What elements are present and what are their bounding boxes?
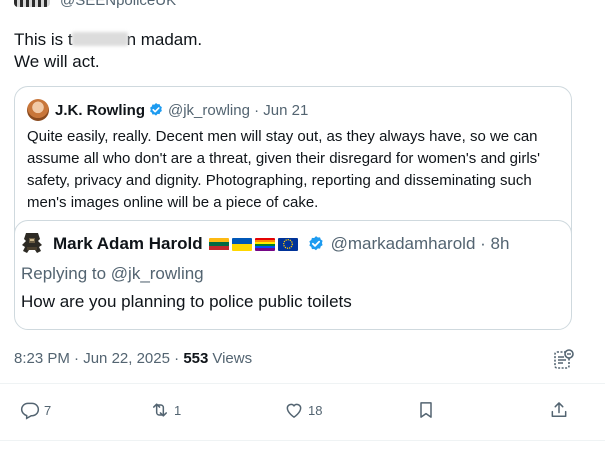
inner-meta: @markadamharold · 8h: [331, 234, 510, 254]
like-button[interactable]: 18: [284, 400, 322, 420]
verified-badge-icon: [150, 103, 162, 116]
post-date[interactable]: Jun 22, 2025: [83, 350, 170, 367]
rainbow-flag-icon: [254, 237, 275, 251]
repost-count: 1: [174, 402, 182, 418]
tweet-line2: We will act.: [14, 52, 100, 71]
tweet-line1-end: n madam.: [126, 30, 203, 49]
tweet-text: This is t n madam. We will act.: [14, 29, 202, 73]
post-time[interactable]: 8:23 PM: [14, 350, 70, 367]
action-bar: 7 1 18: [0, 396, 605, 424]
dot-separator: ·: [480, 234, 486, 253]
quote-body: Quite easily, really. Decent men will st…: [27, 128, 541, 211]
tweet-line1-start: This is t: [14, 30, 73, 49]
quote-author-handle[interactable]: @jk_rowling: [168, 102, 250, 119]
bookmark-button[interactable]: [416, 400, 440, 420]
flag-emojis: [208, 237, 301, 251]
inner-author-handle[interactable]: @markadamharold: [331, 234, 476, 253]
avatar[interactable]: [21, 231, 43, 257]
quote-author-name[interactable]: J.K. Rowling: [55, 102, 145, 119]
dot-separator: ·: [254, 101, 260, 119]
quoted-tweet[interactable]: J.K. Rowling @jk_rowling · Jun 21 Quite …: [14, 86, 572, 330]
lithuania-flag-icon: [208, 237, 229, 251]
redacted-text: [71, 32, 128, 46]
inner-time[interactable]: 8h: [491, 234, 510, 253]
bookmark-icon: [420, 402, 432, 418]
like-count: 18: [308, 402, 323, 418]
tweet-meta: 8:23 PM · Jun 22, 2025 · 553 Views: [14, 350, 252, 367]
views-count: 553: [183, 350, 209, 367]
quote-meta: @jk_rowling · Jun 21: [168, 102, 308, 119]
views-label: Views: [212, 350, 253, 367]
tweet-header: @SEENpoliceUK: [14, 0, 176, 9]
inner-tweet-text: How are you planning to police public to…: [21, 292, 352, 311]
heart-icon: [286, 403, 302, 418]
share-button[interactable]: [549, 400, 573, 420]
quote-date[interactable]: Jun 21: [263, 102, 308, 119]
repost-button[interactable]: 1: [150, 400, 181, 420]
dot-separator: ·: [74, 350, 80, 367]
replying-to: Replying to @jk_rowling: [21, 264, 204, 284]
reply-count: 7: [44, 402, 52, 418]
dot-separator: ·: [174, 350, 180, 367]
ukraine-flag-icon: [231, 237, 252, 251]
share-icon: [551, 402, 567, 417]
quote-header: J.K. Rowling @jk_rowling · Jun 21: [27, 98, 308, 122]
replying-to-handle[interactable]: @jk_rowling: [111, 264, 204, 283]
police-checker-icon[interactable]: [14, 0, 50, 7]
replying-to-label: Replying to: [21, 264, 111, 283]
divider: [0, 440, 605, 441]
avatar[interactable]: [27, 99, 49, 121]
inner-header: Mark Adam Harold @markadamharold · 8h: [21, 231, 509, 257]
reply-button[interactable]: 7: [20, 400, 51, 420]
inner-quoted-reply[interactable]: Mark Adam Harold @markadamharold · 8h Re…: [15, 220, 571, 329]
reply-icon: [20, 402, 40, 420]
eu-flag-icon: [277, 237, 298, 251]
inner-author-name[interactable]: Mark Adam Harold: [53, 234, 203, 254]
grok-analyze-icon[interactable]: [554, 348, 574, 370]
repost-icon: [153, 403, 167, 417]
divider: [0, 383, 605, 384]
author-handle[interactable]: @SEENpoliceUK: [60, 0, 176, 9]
verified-badge-icon: [308, 236, 323, 251]
